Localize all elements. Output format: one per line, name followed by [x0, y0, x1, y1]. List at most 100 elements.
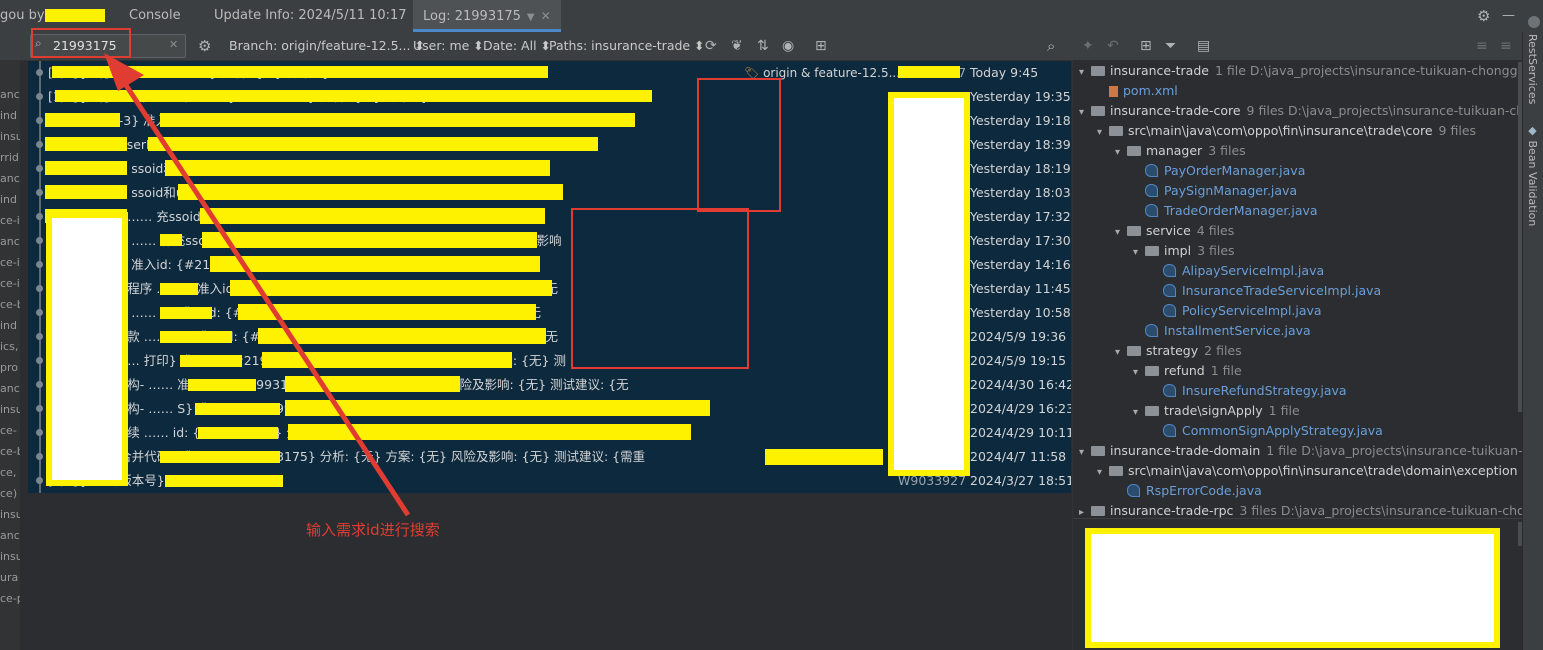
- tree-file-item[interactable]: PaySignManager.java: [1133, 181, 1303, 201]
- tree-folder-item[interactable]: ▾ insurance-trade-domain 1 file D:\java_pr…: [1079, 441, 1543, 461]
- new-tab-icon[interactable]: ⊞: [815, 32, 827, 60]
- tab-update-info[interactable]: Update Info: 2024/5/11 10:17: [214, 0, 407, 32]
- chevron-down-icon[interactable]: ▾: [1133, 363, 1145, 383]
- project-tree-fragment: ce-i: [0, 214, 20, 227]
- annotation-arrow: [104, 53, 411, 517]
- maven-file-icon: [1109, 86, 1118, 97]
- java-class-icon: [1127, 484, 1140, 497]
- bean-validation-label: Bean Validation: [1526, 140, 1539, 227]
- expand-all-icon[interactable]: ≡: [1476, 32, 1488, 60]
- expand-icon[interactable]: ✦: [1082, 32, 1094, 60]
- tree-item-count: 1 file D:\java_projects\insurance-tuikua…: [1266, 443, 1543, 458]
- tree-item-label: PayOrderManager.java: [1164, 163, 1306, 178]
- commit-date: 2024/5/9 19:36: [970, 329, 1067, 344]
- tree-folder-item[interactable]: ▾ service 4 files: [1115, 221, 1234, 241]
- project-tree-fragment: ics,: [0, 340, 19, 353]
- tree-file-item[interactable]: TradeOrderManager.java: [1133, 201, 1324, 221]
- tree-folder-item[interactable]: ▾ impl 3 files: [1133, 241, 1235, 261]
- tree-item-label: insurance-trade-rpc: [1110, 503, 1234, 518]
- project-tree-fragment: insu: [0, 550, 20, 563]
- commit-date: Yesterday 19:18: [970, 113, 1071, 128]
- commit-date: Yesterday 11:45: [970, 281, 1071, 296]
- chevron-down-icon[interactable]: ▾: [1079, 103, 1091, 123]
- commit-date: 2024/4/30 16:42: [970, 377, 1071, 392]
- undo-icon[interactable]: ↶: [1107, 32, 1119, 60]
- tree-folder-item[interactable]: ▾ insurance-trade 1 file D:\java_projects\…: [1079, 61, 1543, 81]
- tab-log[interactable]: Log: 21993175 ▼ ✕: [413, 0, 561, 32]
- tree-folder-item[interactable]: ▾ src\main\java\com\oppo\fin\insurance\tr…: [1097, 121, 1476, 141]
- tree-folder-item[interactable]: ▾ manager 3 files: [1115, 141, 1246, 161]
- chevron-down-icon[interactable]: ▸: [1079, 503, 1091, 523]
- tree-item-label: pom.xml: [1123, 83, 1178, 98]
- tree-item-count: 9 files D:\java_projects\insurance-tuiku…: [1246, 103, 1543, 118]
- redaction-block: [45, 9, 105, 22]
- tree-item-label: insurance-trade: [1110, 63, 1209, 78]
- right-tool-strip: RestServices ◆ Bean Validation: [1522, 16, 1543, 650]
- tree-file-item[interactable]: PolicyServiceImpl.java: [1151, 301, 1328, 321]
- tree-item-label: RspErrorCode.java: [1146, 483, 1262, 498]
- tree-folder-item[interactable]: ▾ insurance-trade-core 9 files D:\java_pro…: [1079, 101, 1543, 121]
- group-icon[interactable]: ⊞: [1140, 32, 1152, 60]
- tree-file-item[interactable]: PayOrderManager.java: [1133, 161, 1311, 181]
- commit-date: 2024/3/27 18:51: [970, 473, 1071, 488]
- gear-icon[interactable]: ⚙: [1477, 2, 1490, 30]
- tree-folder-item[interactable]: ▾ refund 1 file: [1133, 361, 1242, 381]
- tree-file-item[interactable]: CommonSignApplyStrategy.java: [1151, 421, 1389, 441]
- collapse-all-icon[interactable]: ≡: [1500, 32, 1512, 60]
- project-tree-fragment: ce-: [0, 424, 17, 437]
- project-panel-edge: ance ind insu rrid ance ind ce-i ance ce-i ce-i ce…: [0, 60, 20, 650]
- rest-services-tool[interactable]: RestServices: [1526, 34, 1539, 104]
- chevron-down-icon[interactable]: ▾: [1097, 123, 1109, 143]
- chevron-down-icon[interactable]: ▾: [1133, 403, 1145, 423]
- project-tree-fragment: pro: [0, 361, 18, 374]
- eye-icon[interactable]: ◉: [782, 32, 794, 60]
- tree-file-item[interactable]: InsureRefundStrategy.java: [1151, 381, 1353, 401]
- chevron-down-icon[interactable]: ▾: [1115, 343, 1127, 363]
- refresh-icon[interactable]: ⟳: [705, 32, 717, 60]
- commit-dot: [36, 357, 43, 364]
- project-tree-fragment: ce-b: [0, 445, 20, 458]
- search-icon[interactable]: ⌕: [1047, 32, 1055, 60]
- tab-console[interactable]: Console: [129, 0, 181, 32]
- cherry-pick-icon[interactable]: ❦: [731, 32, 743, 60]
- close-icon[interactable]: ✕: [541, 9, 551, 23]
- paths-filter-label: Paths: insurance-trade: [549, 38, 691, 53]
- tree-folder-item[interactable]: ▾ src\main\java\com\oppo\fin\insurance\tr…: [1097, 461, 1540, 481]
- chevron-down-icon[interactable]: ▾: [1115, 223, 1127, 243]
- commit-date: Yesterday 18:03: [970, 185, 1071, 200]
- project-tree-fragment: insu: [0, 130, 20, 143]
- chevron-down-icon[interactable]: ▾: [1079, 443, 1091, 463]
- tab-bar: gou by Console Update Info: 2024/5/11 10…: [0, 0, 1543, 33]
- chevron-down-icon[interactable]: ▾: [1115, 143, 1127, 163]
- date-filter[interactable]: Date: All ⬍: [483, 32, 551, 60]
- java-class-icon: [1145, 164, 1158, 177]
- tree-folder-item[interactable]: ▾ strategy 2 files: [1115, 341, 1242, 361]
- filter-icon[interactable]: ⏷: [1165, 32, 1176, 60]
- tree-folder-item[interactable]: ▾ trade\signApply 1 file: [1133, 401, 1300, 421]
- tree-file-item[interactable]: RspErrorCode.java: [1115, 481, 1268, 501]
- tree-item-label: CommonSignApplyStrategy.java: [1182, 423, 1383, 438]
- module-folder-icon: [1091, 506, 1105, 516]
- bean-validation-tool[interactable]: ◆ Bean Validation: [1526, 124, 1539, 226]
- layout-icon[interactable]: ▤: [1197, 32, 1210, 60]
- avatar-icon[interactable]: [1528, 16, 1540, 28]
- arrow-shaft: [115, 71, 411, 517]
- minimize-icon[interactable]: —: [1502, 2, 1515, 30]
- chevron-down-icon[interactable]: ▼: [527, 12, 535, 23]
- tree-file-item[interactable]: InstallmentService.java: [1133, 321, 1317, 341]
- chevron-down-icon[interactable]: ▾: [1079, 63, 1091, 83]
- paths-filter[interactable]: Paths: insurance-trade ⬍: [549, 32, 705, 60]
- tree-file-item[interactable]: InsuranceTradeServiceImpl.java: [1151, 281, 1387, 301]
- sort-icon[interactable]: ⇅: [757, 32, 769, 60]
- commit-dot: [36, 309, 43, 316]
- chevron-down-icon[interactable]: ▾: [1097, 463, 1109, 483]
- changes-toolbar: ✦ ↶ ⊞ ⏷ ▤ ≡ ≡: [1072, 32, 1522, 61]
- tab-console-label: Console: [129, 8, 181, 23]
- tree-file-item[interactable]: pom.xml: [1097, 81, 1184, 101]
- java-class-icon: [1163, 264, 1176, 277]
- tree-item-count: 3 files: [1197, 243, 1235, 258]
- chevron-down-icon[interactable]: ▾: [1133, 243, 1145, 263]
- commit-dot: [36, 453, 43, 460]
- project-tree-fragment: ind: [0, 109, 18, 122]
- tree-file-item[interactable]: AlipayServiceImpl.java: [1151, 261, 1330, 281]
